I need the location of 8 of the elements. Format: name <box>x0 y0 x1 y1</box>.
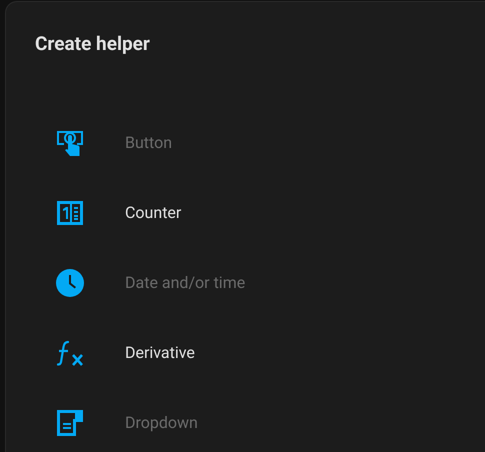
clock-icon <box>55 268 85 298</box>
list-item[interactable]: Derivative <box>55 338 195 368</box>
button-touch-icon <box>55 128 85 158</box>
list-item[interactable]: Counter <box>55 198 182 228</box>
form-icon <box>55 408 85 438</box>
counter-icon <box>55 198 85 228</box>
function-icon <box>55 338 85 368</box>
dialog-title: Create helper <box>35 31 150 57</box>
